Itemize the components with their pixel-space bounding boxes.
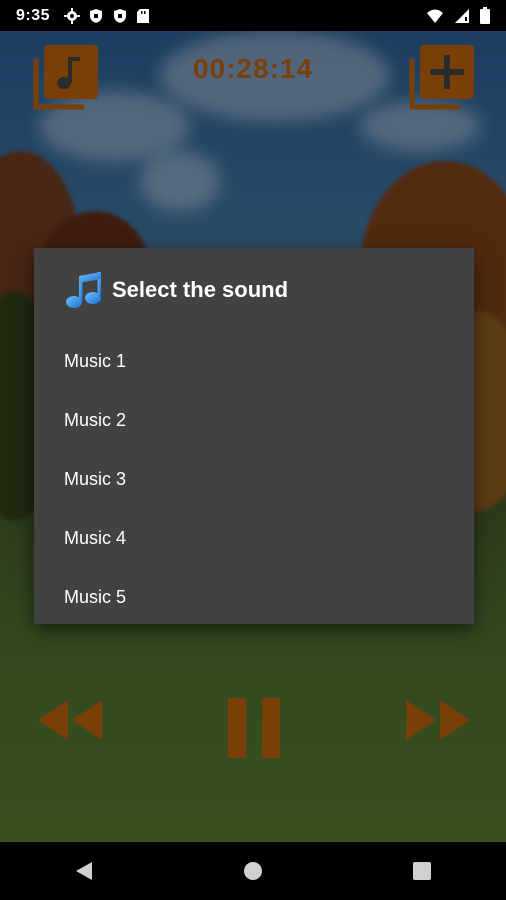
dialog-title: Select the sound xyxy=(112,277,289,302)
recents-icon[interactable] xyxy=(411,860,433,882)
fast-forward-icon[interactable] xyxy=(402,696,474,744)
pause-icon[interactable] xyxy=(226,698,282,760)
list-item-label: Music 2 xyxy=(64,410,127,430)
navigation-bar xyxy=(0,842,506,900)
list-item-music-4[interactable]: Music 4 xyxy=(34,509,474,568)
wifi-icon xyxy=(427,9,443,23)
battery-icon xyxy=(480,7,490,24)
list-item-label: Music 1 xyxy=(64,351,127,371)
shield-icon xyxy=(114,8,127,23)
add-playlist-icon[interactable] xyxy=(408,43,476,111)
rewind-icon[interactable] xyxy=(34,696,106,744)
status-time: 9:35 xyxy=(16,6,51,24)
music-note-icon xyxy=(66,272,101,308)
status-bar: 9:35 xyxy=(0,0,506,31)
dialog-header: Select the sound xyxy=(34,248,474,332)
home-icon[interactable] xyxy=(242,860,264,882)
list-item-music-2[interactable]: Music 2 xyxy=(34,391,474,450)
list-item-music-5[interactable]: Music 5 xyxy=(34,568,474,627)
gear-icon xyxy=(64,7,81,24)
signal-icon xyxy=(455,8,469,23)
list-item-music-1[interactable]: Music 1 xyxy=(34,332,474,391)
select-sound-dialog: Select the sound Music 1 Music 2 Music 3… xyxy=(34,248,474,624)
back-icon[interactable] xyxy=(73,860,95,882)
list-item-label: Music 4 xyxy=(64,528,127,548)
shield-icon xyxy=(90,8,103,23)
sd-card-icon xyxy=(137,8,150,23)
list-item-label: Music 5 xyxy=(64,587,127,607)
list-item-label: Music 3 xyxy=(64,469,127,489)
list-item-music-3[interactable]: Music 3 xyxy=(34,450,474,509)
